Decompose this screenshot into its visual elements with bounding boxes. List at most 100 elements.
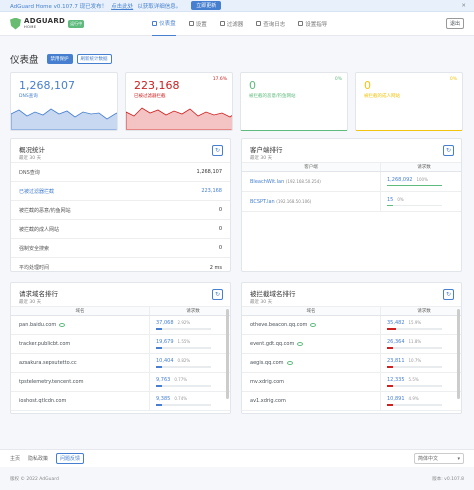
request-count: 10,404 <box>156 358 174 365</box>
table-row: event.gdt.qq.com 26,364 11.8% <box>242 335 461 354</box>
request-percent: 10.7% <box>408 358 422 364</box>
card-title: 客户端排行 <box>250 146 283 154</box>
column-header-domain[interactable]: 域名 <box>242 308 380 314</box>
page-header: 仪表盘 禁用保护 刷新统计数据 <box>0 36 474 66</box>
client-ip: (192.168.50.106) <box>276 198 312 204</box>
refresh-icon[interactable]: ↻ <box>443 145 454 156</box>
nav-setup-guide[interactable]: 设置指导 <box>298 12 327 36</box>
refresh-icon[interactable]: ↻ <box>443 289 454 300</box>
update-button[interactable]: 立即更新 <box>191 1 222 10</box>
stat-dns-queries: 1,268,107 DNS查询 <box>10 72 118 131</box>
top-domains-list: pan.baidu.com 37,068 2.92% tracker.publicbt… <box>11 316 230 411</box>
table-row: tracker.publicbt.com 19,679 1.55% <box>11 335 230 354</box>
general-row[interactable]: 已被过滤器拦截 223,168 <box>11 182 230 201</box>
tracker-icon <box>297 341 304 346</box>
request-count: 9,385 <box>156 396 171 403</box>
client-ip: (192.168.50.254) <box>285 178 321 184</box>
progress-fill <box>156 347 162 349</box>
refresh-icon[interactable]: ↻ <box>212 145 223 156</box>
brand: ADGUARD HOME <box>24 16 66 29</box>
domain-name[interactable]: mv.xdrig.com <box>250 379 284 385</box>
table-row: mv.xdrig.com 12,335 5.5% <box>242 373 461 392</box>
column-header-client[interactable]: 客户端 <box>242 164 380 170</box>
report-issue-button[interactable]: 问题反馈 <box>56 453 85 464</box>
domain-name[interactable]: otheve.beacon.qq.com <box>250 322 307 328</box>
stats-row: 1,268,107 DNS查询 223,168 已被过滤器拦截 17.6% 0 … <box>0 66 474 131</box>
nav-filters[interactable]: 过滤器 <box>219 12 243 36</box>
progress-fill <box>387 385 393 387</box>
refresh-icon[interactable]: ↻ <box>212 289 223 300</box>
progress-bar <box>156 366 211 368</box>
logo[interactable]: ADGUARD HOME 运行中 <box>10 16 85 30</box>
general-row: 被拦截的恶意/钓鱼网站 0 <box>11 201 230 220</box>
card-title: 请求域名排行 <box>19 290 58 298</box>
close-icon[interactable]: ✕ <box>461 3 466 9</box>
version: 版本: v0.107.8 <box>432 477 464 482</box>
column-header-requests[interactable]: 请求数 <box>380 307 461 315</box>
domain-name[interactable]: ioshost.qtlcdn.com <box>19 398 66 404</box>
progress-bar <box>387 404 442 406</box>
column-header-requests[interactable]: 请求数 <box>149 307 230 315</box>
general-row: 强制安全搜索 0 <box>11 239 230 258</box>
progress-bar <box>156 347 211 349</box>
progress-bar <box>387 184 442 187</box>
stat-label: 被拦截的成人网站 <box>364 94 400 99</box>
progress-bar <box>387 328 442 330</box>
stat-percent: 17.6% <box>212 77 227 82</box>
progress-bar <box>387 347 442 349</box>
table-row: otheve.beacon.qq.com 35,482 15.9% <box>242 316 461 335</box>
domain-name[interactable]: av1.xdrig.com <box>250 398 286 404</box>
column-header-requests[interactable]: 请求数 <box>380 163 461 171</box>
domain-name[interactable]: azsakura.sepsutetto.cc <box>19 360 77 366</box>
domain-name[interactable]: event.gdt.qq.com <box>250 341 294 347</box>
main-nav: 仪表盘 设置 过滤器 查询日志 设置指导 <box>152 12 327 36</box>
domain-name[interactable]: tracker.publicbt.com <box>19 341 70 347</box>
blocked-domains-list: otheve.beacon.qq.com 35,482 15.9% event.gdt… <box>242 316 461 411</box>
request-count: 12,335 <box>387 377 405 384</box>
stat-value: 223,168 <box>134 79 180 92</box>
dashboard-icon <box>152 20 158 26</box>
table-row: BleachWit.lan (192.168.50.254) 1,268,092… <box>242 172 461 192</box>
tracker-icon <box>310 322 317 327</box>
progress-fill <box>387 347 394 349</box>
progress-fill <box>387 328 396 330</box>
table-row: ioshost.qtlcdn.com 9,385 0.74% <box>11 392 230 411</box>
footer-bottom: 版权 © 2022 AdGuard 版本: v0.107.8 <box>0 476 474 482</box>
progress-bar <box>387 366 442 368</box>
footer-home-link[interactable]: 主页 <box>10 455 20 462</box>
refresh-stats-button[interactable]: 刷新统计数据 <box>76 54 112 64</box>
top-domains-card: 请求域名排行 最近 30 天 ↻ 域名 请求数 pan.baidu.com 37,… <box>10 282 231 414</box>
stat-label: 已被过滤器拦截 <box>134 94 166 99</box>
nav-settings[interactable]: 设置 <box>188 12 207 36</box>
logout-button[interactable]: 退出 <box>445 18 464 29</box>
nav-query-log[interactable]: 查询日志 <box>256 12 285 36</box>
client-name[interactable]: BCSPT.lan <box>250 199 275 205</box>
request-percent: 0% <box>397 196 404 202</box>
card-title: 被拦截域名排行 <box>250 290 296 298</box>
request-percent: 2.92% <box>177 320 191 326</box>
scrollbar[interactable] <box>226 309 229 399</box>
disable-protection-button[interactable]: 禁用保护 <box>46 54 73 64</box>
stat-label: 被拦截的恶意/钓鱼网站 <box>249 94 296 99</box>
column-header-domain[interactable]: 域名 <box>11 308 149 314</box>
settings-icon <box>188 21 194 26</box>
client-name[interactable]: BleachWit.lan <box>250 179 284 185</box>
language-select[interactable]: 简体中文 ▾ <box>414 453 464 464</box>
footer-privacy-link[interactable]: 隐私政策 <box>28 455 48 462</box>
domain-name[interactable]: pan.baidu.com <box>19 322 56 328</box>
card-subtitle: 最近 30 天 <box>250 300 273 305</box>
banner-text-2: 以获取详细信息。 <box>137 3 182 10</box>
domain-name[interactable]: tpstelemetry.tencent.com <box>19 379 83 385</box>
stat-blocked: 223,168 已被过滤器拦截 17.6% <box>125 72 233 131</box>
scrollbar[interactable] <box>457 309 460 399</box>
request-count: 10,891 <box>387 396 405 403</box>
request-count: 26,364 <box>387 339 405 346</box>
request-percent: 5.5% <box>408 377 419 383</box>
table-row: tpstelemetry.tencent.com 9,763 0.77% <box>11 373 230 392</box>
top-clients-card: 客户端排行 最近 30 天 ↻ 客户端 请求数 BleachWit.lan (1… <box>241 138 462 272</box>
domain-name[interactable]: aegis.qq.com <box>250 360 284 366</box>
banner-link[interactable]: 点击此处 <box>111 2 133 10</box>
table-header: 客户端 请求数 <box>242 163 461 172</box>
nav-dashboard[interactable]: 仪表盘 <box>152 12 176 36</box>
stat-percent: 0% <box>449 77 457 82</box>
